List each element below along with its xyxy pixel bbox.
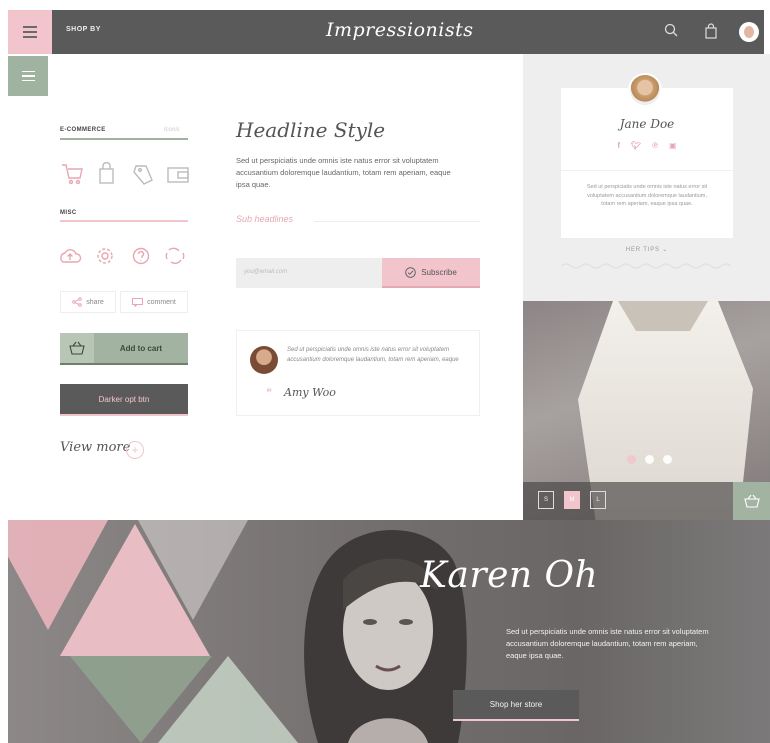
- social-links: f 🐦︎ ℗ ▣: [561, 141, 733, 150]
- misc-label: MISC: [60, 210, 77, 216]
- instagram-icon[interactable]: ▣: [669, 141, 677, 150]
- her-tips-toggle[interactable]: HER TIPS ⌄: [561, 246, 733, 253]
- share-label: share: [86, 298, 104, 306]
- help-icon[interactable]: [132, 247, 150, 265]
- size-l-button[interactable]: L: [590, 491, 606, 509]
- hamburger-icon: [23, 26, 37, 28]
- sub-headline: Sub headlines: [236, 214, 294, 224]
- cart-icon[interactable]: [62, 164, 83, 185]
- basket-icon: [743, 494, 760, 508]
- darker-opt-button[interactable]: Darker opt btn: [60, 384, 188, 416]
- share-button[interactable]: share: [60, 291, 116, 313]
- ecommerce-divider: [60, 138, 188, 140]
- sub-headline-divider: [314, 221, 480, 222]
- bag-icon[interactable]: [702, 22, 720, 40]
- avatar[interactable]: [628, 73, 662, 107]
- top-bar: SHOP BY Impressionists: [8, 10, 764, 54]
- comment-icon: [132, 297, 144, 307]
- twitter-icon[interactable]: 🐦︎: [631, 141, 641, 150]
- testimonial-author: Amy Woo: [284, 386, 336, 399]
- ecommerce-icons: [62, 162, 189, 185]
- testimonial-text: Sed ut perspiciatis unde omnis iste natu…: [287, 347, 459, 363]
- avatar[interactable]: [739, 22, 759, 42]
- profile-card: [561, 88, 733, 238]
- secondary-menu-button[interactable]: [8, 56, 48, 96]
- headline: Headline Style: [236, 118, 386, 142]
- add-to-cart-button[interactable]: Add to cart: [60, 333, 188, 365]
- view-more-link[interactable]: View more: [60, 440, 130, 455]
- settings-icon[interactable]: [97, 248, 113, 264]
- ecommerce-sublabel: Iconis: [164, 127, 180, 133]
- subscribe-button[interactable]: Subscribe: [382, 258, 480, 288]
- email-field[interactable]: you@email.com: [236, 258, 382, 288]
- ecommerce-label: E-COMMERCE: [60, 127, 106, 133]
- comment-label: comment: [147, 298, 176, 306]
- avatar: [250, 346, 278, 374]
- plus-icon[interactable]: +: [126, 441, 144, 459]
- misc-divider: [60, 220, 188, 222]
- carousel-dot[interactable]: [663, 455, 672, 464]
- logo[interactable]: Impressionists: [326, 19, 473, 41]
- testimonial-card: [236, 330, 480, 416]
- share-icon: [72, 297, 83, 307]
- carousel-dot[interactable]: [627, 455, 636, 464]
- basket-icon: [60, 333, 94, 363]
- cloud-upload-icon[interactable]: [60, 249, 82, 263]
- add-to-cart-label: Add to cart: [119, 343, 163, 353]
- profile-divider: [561, 170, 733, 171]
- shop-her-store-button[interactable]: Shop her store: [453, 690, 579, 721]
- banner-title: Karen Oh: [420, 555, 599, 596]
- size-s-button[interactable]: S: [538, 491, 554, 509]
- search-icon[interactable]: [663, 22, 681, 40]
- profile-bio: Sed ut perspiciatis unde omnis iste natu…: [586, 184, 708, 207]
- model-portrait: [304, 530, 467, 743]
- add-to-cart-button[interactable]: [733, 482, 770, 520]
- check-circle-icon: [405, 266, 416, 278]
- bag-icon[interactable]: [99, 162, 114, 184]
- shop-by-link[interactable]: SHOP BY: [66, 26, 101, 33]
- hamburger-icon: [21, 70, 35, 73]
- profile-name: Jane Doe: [619, 117, 675, 131]
- misc-icons: [60, 247, 185, 265]
- carousel-dots: [627, 455, 672, 464]
- comment-button[interactable]: comment: [120, 291, 188, 313]
- quote-icon: ❝: [266, 387, 272, 399]
- hamburger-menu-button[interactable]: [8, 10, 52, 54]
- subscribe-label: Subscribe: [421, 267, 457, 277]
- body-text: Sed ut perspiciatis unde omnis iste natu…: [236, 156, 451, 189]
- pinterest-icon[interactable]: ℗: [652, 141, 658, 150]
- size-m-button[interactable]: M: [564, 491, 580, 509]
- carousel-dot[interactable]: [645, 455, 654, 464]
- refresh-icon[interactable]: [165, 247, 185, 264]
- wavy-divider: [561, 263, 732, 269]
- banner-text: Sed ut perspiciatis unde omnis iste natu…: [506, 627, 709, 660]
- wallet-icon[interactable]: [167, 167, 189, 183]
- her-tips-label: HER TIPS: [625, 247, 660, 253]
- chevron-down-icon: ⌄: [662, 247, 669, 253]
- facebook-icon[interactable]: f: [617, 141, 620, 150]
- tag-icon[interactable]: [133, 165, 153, 185]
